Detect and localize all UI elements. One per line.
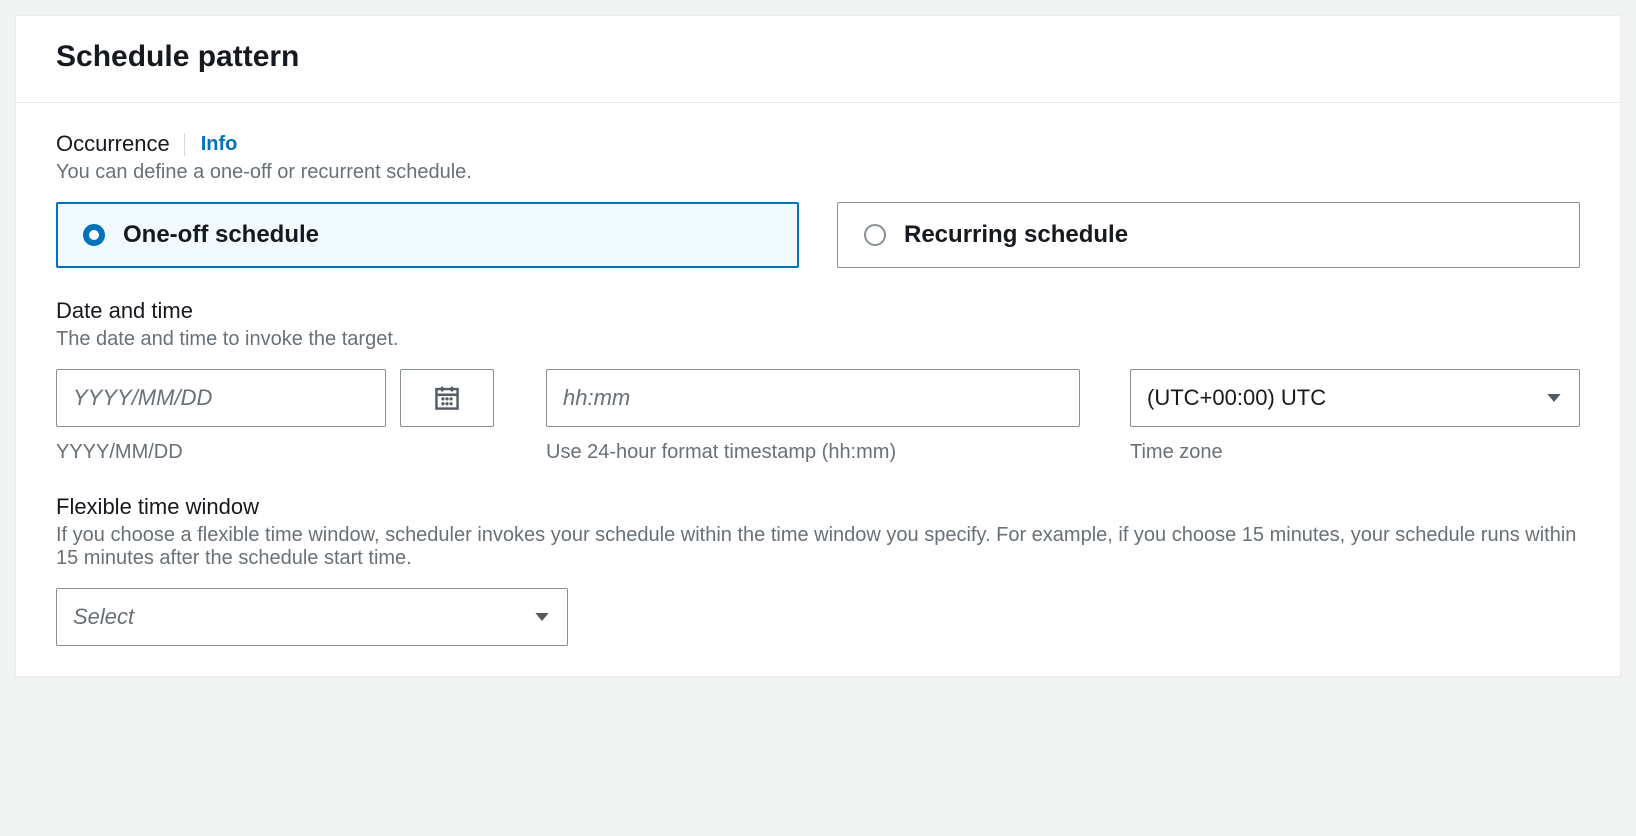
datetime-group: Date and time The date and time to invok…	[56, 298, 1580, 464]
datetime-description: The date and time to invoke the target.	[56, 328, 1580, 351]
time-column: Use 24-hour format timestamp (hh:mm)	[546, 369, 1080, 464]
calendar-button[interactable]	[400, 369, 494, 427]
occurrence-description: You can define a one-off or recurrent sc…	[56, 161, 1580, 184]
flex-window-description: If you choose a flexible time window, sc…	[56, 524, 1580, 570]
occurrence-info-link[interactable]: Info	[184, 133, 238, 156]
one-off-label: One-off schedule	[123, 221, 319, 249]
date-hint: YYYY/MM/DD	[56, 441, 496, 464]
panel-title: Schedule pattern	[56, 40, 1580, 74]
calendar-icon	[434, 385, 460, 411]
radio-unselected-icon	[864, 224, 886, 246]
panel-body: Occurrence Info You can define a one-off…	[16, 103, 1620, 676]
panel-header: Schedule pattern	[16, 16, 1620, 103]
flex-window-placeholder: Select	[73, 604, 134, 630]
one-off-option[interactable]: One-off schedule	[56, 202, 799, 268]
flex-window-select[interactable]: Select	[56, 588, 568, 646]
date-input[interactable]	[56, 369, 386, 427]
recurring-option[interactable]: Recurring schedule	[837, 202, 1580, 268]
timezone-select[interactable]: (UTC+00:00) UTC	[1130, 369, 1580, 427]
time-input[interactable]	[546, 369, 1080, 427]
occurrence-group: Occurrence Info You can define a one-off…	[56, 131, 1580, 268]
flex-window-group: Flexible time window If you choose a fle…	[56, 494, 1580, 646]
flex-window-label: Flexible time window	[56, 494, 1580, 520]
time-hint: Use 24-hour format timestamp (hh:mm)	[546, 441, 1080, 464]
flex-window-select-wrap: Select	[56, 588, 568, 646]
occurrence-label: Occurrence	[56, 131, 170, 157]
datetime-label: Date and time	[56, 298, 1580, 324]
timezone-value: (UTC+00:00) UTC	[1147, 385, 1326, 411]
date-column: YYYY/MM/DD	[56, 369, 496, 464]
timezone-select-wrap: (UTC+00:00) UTC	[1130, 369, 1580, 427]
timezone-hint: Time zone	[1130, 441, 1580, 464]
date-input-wrap	[56, 369, 496, 427]
occurrence-options: One-off schedule Recurring schedule	[56, 202, 1580, 268]
timezone-column: (UTC+00:00) UTC Time zone	[1130, 369, 1580, 464]
datetime-row: YYYY/MM/DD Use 24-hour format timestamp …	[56, 369, 1580, 464]
schedule-pattern-panel: Schedule pattern Occurrence Info You can…	[15, 15, 1621, 677]
recurring-label: Recurring schedule	[904, 221, 1128, 249]
occurrence-label-row: Occurrence Info	[56, 131, 1580, 157]
radio-selected-icon	[83, 224, 105, 246]
